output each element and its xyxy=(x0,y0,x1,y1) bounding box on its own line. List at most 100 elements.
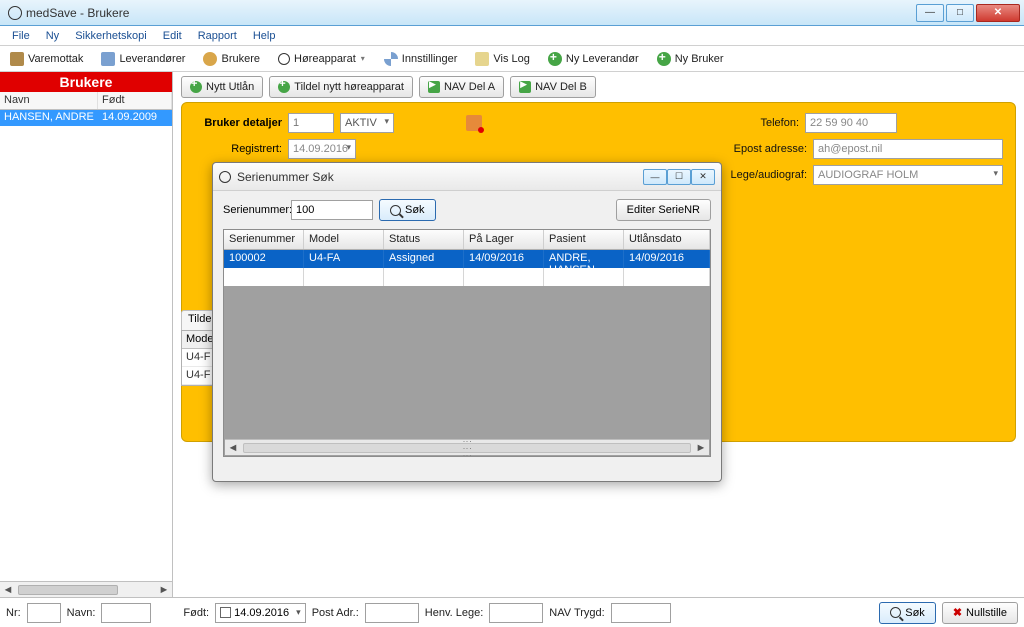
chevron-down-icon xyxy=(360,52,366,66)
tool-nyleverandor[interactable]: Ny Leverandør xyxy=(542,49,645,69)
bruker-status-select[interactable]: AKTIV xyxy=(340,113,394,133)
cell-model: U4-FA xyxy=(304,250,384,268)
tool-brukere[interactable]: Brukere xyxy=(197,49,266,69)
registrert-date[interactable]: 14.09.2016 xyxy=(288,139,356,159)
cell-utlansdato: 14/09/2016 xyxy=(624,250,710,268)
serienummer-input[interactable] xyxy=(291,200,373,220)
col-model[interactable]: Model xyxy=(304,230,384,249)
nullstille-button[interactable]: ✖Nullstille xyxy=(942,602,1018,624)
sidebar-hscroll[interactable]: ◄ ► xyxy=(0,581,172,597)
sok-button[interactable]: Søk xyxy=(379,199,436,221)
tool-innstillinger[interactable]: Innstillinger xyxy=(378,49,464,69)
tildel-button[interactable]: Tildel nytt høreapparat xyxy=(269,76,413,98)
box-icon xyxy=(10,52,24,66)
calendar-delete-icon[interactable] xyxy=(466,115,482,131)
scroll-right-icon[interactable]: ► xyxy=(156,584,172,596)
registrert-label: Registrert: xyxy=(194,143,282,155)
menu-edit[interactable]: Edit xyxy=(157,28,188,44)
fodt-date-picker[interactable]: 14.09.2016 xyxy=(215,603,306,623)
checkbox-icon[interactable] xyxy=(220,607,231,618)
epost-input[interactable]: ah@epost.nil xyxy=(813,139,1003,159)
menu-rapport[interactable]: Rapport xyxy=(192,28,243,44)
nr-input[interactable] xyxy=(27,603,61,623)
plus-icon xyxy=(190,81,202,93)
navn-input[interactable] xyxy=(101,603,151,623)
nav-b-label: NAV Del B xyxy=(535,81,587,93)
col-status[interactable]: Status xyxy=(384,230,464,249)
navtrygd-input[interactable] xyxy=(611,603,671,623)
postadr-input[interactable] xyxy=(365,603,419,623)
tool-horeapparat-label: Høreapparat xyxy=(294,53,356,65)
scroll-thumb[interactable] xyxy=(18,585,118,595)
tool-innstillinger-label: Innstillinger xyxy=(402,53,458,65)
nav-icon xyxy=(519,81,531,93)
search-icon xyxy=(890,607,901,618)
scroll-left-icon[interactable]: ◄ xyxy=(0,584,16,596)
scroll-thumb[interactable] xyxy=(243,443,691,453)
status-bar: Nr: Navn: Født: 14.09.2016 Post Adr.: He… xyxy=(0,597,1024,627)
navn-label: Navn: xyxy=(67,607,96,619)
lege-label: Lege/audiograf: xyxy=(722,169,807,181)
tool-nybruker-label: Ny Bruker xyxy=(675,53,724,65)
navtrygd-label: NAV Trygd: xyxy=(549,607,604,619)
col-fodt[interactable]: Født xyxy=(98,92,172,109)
cell-status: Assigned xyxy=(384,250,464,268)
hearing-aid-icon xyxy=(278,53,290,65)
search-icon xyxy=(390,205,401,216)
truck-icon xyxy=(101,52,115,66)
tool-varemottak[interactable]: Varemottak xyxy=(4,49,89,69)
tool-vislog[interactable]: Vis Log xyxy=(469,49,536,69)
dialog-close-button[interactable]: ✕ xyxy=(691,169,715,185)
grid-hscroll[interactable]: ◄ ► xyxy=(225,439,709,455)
app-icon xyxy=(8,6,22,20)
tool-leverandorer[interactable]: Leverandører xyxy=(95,49,191,69)
tool-varemottak-label: Varemottak xyxy=(28,53,83,65)
window-title: medSave - Brukere xyxy=(26,6,129,20)
sok-label: Søk xyxy=(405,204,425,216)
list-item[interactable]: HANSEN, ANDRE 14.09.2009 xyxy=(0,110,172,126)
table-row-empty[interactable] xyxy=(224,268,710,286)
maximize-button[interactable] xyxy=(946,4,974,22)
col-serienummer[interactable]: Serienummer xyxy=(224,230,304,249)
dialog-titlebar[interactable]: Serienummer Søk ✕ xyxy=(213,163,721,191)
sidebar-columns: Navn Født xyxy=(0,92,172,110)
editer-serienr-button[interactable]: Editer SerieNR xyxy=(616,199,711,221)
sidebar-list[interactable]: HANSEN, ANDRE 14.09.2009 xyxy=(0,110,172,597)
menu-ny[interactable]: Ny xyxy=(40,28,65,44)
close-button[interactable] xyxy=(976,4,1020,22)
henvlege-input[interactable] xyxy=(489,603,543,623)
tildel-label: Tildel nytt høreapparat xyxy=(294,81,404,93)
col-palager[interactable]: På Lager xyxy=(464,230,544,249)
nav-del-b-button[interactable]: NAV Del B xyxy=(510,76,596,98)
plus-icon xyxy=(657,52,671,66)
dialog-maximize-button[interactable] xyxy=(667,169,691,185)
nullstille-label: Nullstille xyxy=(966,607,1007,619)
nytt-utlan-button[interactable]: Nytt Utlån xyxy=(181,76,263,98)
table-row[interactable]: 100002 U4-FA Assigned 14/09/2016 ANDRE, … xyxy=(224,250,710,268)
scroll-left-icon[interactable]: ◄ xyxy=(225,442,241,454)
app-icon xyxy=(219,171,231,183)
fodt-label: Født: xyxy=(183,607,209,619)
col-pasient[interactable]: Pasient xyxy=(544,230,624,249)
tool-nybruker[interactable]: Ny Bruker xyxy=(651,49,730,69)
plus-icon xyxy=(278,81,290,93)
tool-horeapparat[interactable]: Høreapparat xyxy=(272,49,372,69)
henvlege-label: Henv. Lege: xyxy=(425,607,484,619)
list-item-navn: HANSEN, ANDRE xyxy=(0,110,98,126)
titlebar: medSave - Brukere xyxy=(0,0,1024,26)
menu-sikkerhetskopi[interactable]: Sikkerhetskopi xyxy=(69,28,153,44)
bruker-id-input[interactable]: 1 xyxy=(288,113,334,133)
nav-del-a-button[interactable]: NAV Del A xyxy=(419,76,504,98)
lege-select[interactable]: AUDIOGRAF HOLM xyxy=(813,165,1003,185)
menu-file[interactable]: File xyxy=(6,28,36,44)
status-sok-button[interactable]: Søk xyxy=(879,602,936,624)
dialog-title: Serienummer Søk xyxy=(237,170,334,184)
serienummer-sok-dialog: Serienummer Søk ✕ Serienummer: Søk Edite… xyxy=(212,162,722,482)
col-utlansdato[interactable]: Utlånsdato xyxy=(624,230,710,249)
dialog-minimize-button[interactable] xyxy=(643,169,667,185)
minimize-button[interactable] xyxy=(916,4,944,22)
col-navn[interactable]: Navn xyxy=(0,92,98,109)
menu-help[interactable]: Help xyxy=(247,28,282,44)
telefon-input[interactable]: 22 59 90 40 xyxy=(805,113,897,133)
scroll-right-icon[interactable]: ► xyxy=(693,442,709,454)
